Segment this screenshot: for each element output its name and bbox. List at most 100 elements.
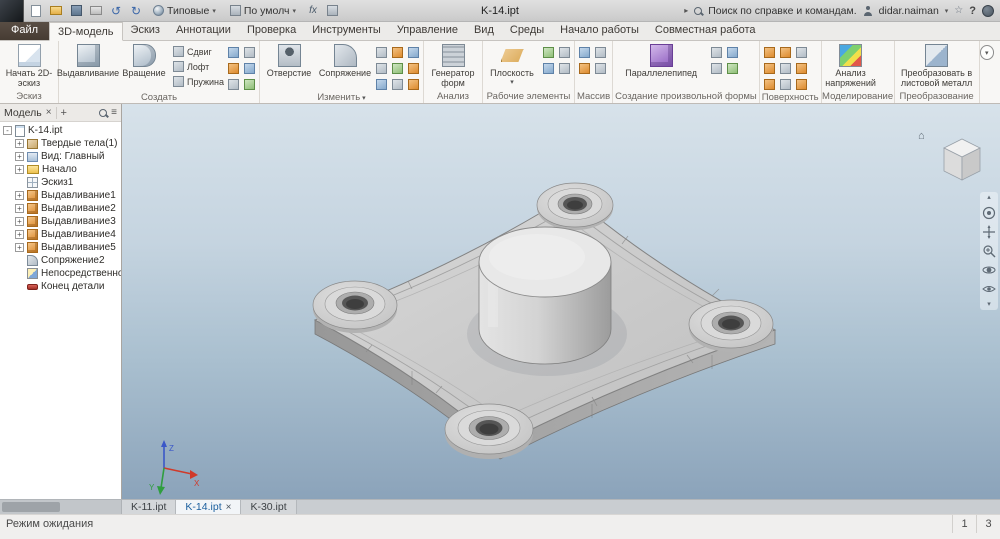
orbit-button[interactable] [982,263,996,277]
tab-collaborate[interactable]: Совместная работа [647,21,764,40]
tree-item-end-of-part[interactable]: Конец детали [0,280,121,293]
tab-3d-model[interactable]: 3D-модель [49,22,122,41]
shape-generator-button[interactable]: Генератор форм [426,42,480,88]
expand-icon[interactable]: + [15,165,24,174]
work-axis-button[interactable] [541,45,556,60]
viewcube[interactable]: ⌂ [918,130,990,190]
tab-sketch[interactable]: Эскиз [123,21,168,40]
sketch-pattern-button[interactable] [593,61,608,76]
unwrap-button[interactable] [242,77,257,92]
expand-icon[interactable]: + [15,217,24,226]
undo-button[interactable]: ↺ [108,3,124,19]
close-icon[interactable]: × [226,502,232,513]
measure-button[interactable] [325,3,341,19]
close-icon[interactable]: × [46,107,52,118]
repair-surface-button[interactable] [794,77,809,92]
combine-button[interactable] [390,61,405,76]
thicken-button[interactable] [406,61,421,76]
thread-button[interactable] [374,61,389,76]
print-button[interactable] [88,3,104,19]
part-model[interactable] [292,159,802,479]
tree-item-extrusion2[interactable]: + Выдавливание2 [0,202,121,215]
viewport-3d[interactable]: Z X Y ⌂ ▴ [122,104,1000,499]
coil-button[interactable]: Пружина [173,75,224,88]
tree-item-extrusion4[interactable]: + Выдавливание4 [0,228,121,241]
expand-icon[interactable]: + [15,243,24,252]
boundary-patch-button[interactable] [778,77,793,92]
ruled-surface-button[interactable] [794,61,809,76]
rectangular-pattern-button[interactable] [577,45,592,60]
navigation-wheel-button[interactable] [982,206,996,220]
new-button[interactable] [28,3,44,19]
tree-item-extrusion3[interactable]: + Выдавливание3 [0,215,121,228]
convert-sheet-metal-button[interactable]: Преобразовать в листовой металл [897,42,977,88]
sweep-button[interactable]: Сдвиг [173,45,224,58]
start-2d-sketch-button[interactable]: Начать 2D-эскиз [2,42,56,88]
import-button[interactable] [226,77,241,92]
app-menu-button[interactable] [0,0,24,22]
collapse-icon[interactable]: - [3,126,12,135]
help-button[interactable]: ? [969,5,976,17]
ribbon-collapse-button[interactable]: ▾ [980,45,994,60]
ucs-button[interactable] [541,61,556,76]
tree-item-direct-edit[interactable]: Непосредственное реда [0,267,121,280]
chevron-down-icon[interactable]: ▾ [987,301,991,308]
circular-pattern-button[interactable] [593,45,608,60]
extrude-button[interactable]: Выдавливание [61,42,115,79]
chevron-down-icon[interactable]: ▾ [945,7,949,15]
freeform-sphere-button[interactable] [709,61,724,76]
browser-menu-icon[interactable]: ≡ [111,107,117,118]
tree-item-fillet2[interactable]: Сопряжение2 [0,254,121,267]
freeform-quad-button[interactable] [725,61,740,76]
tree-item-solid-bodies[interactable]: + Твердые тела(1) [0,137,121,150]
tree-item-extrusion5[interactable]: + Выдавливание5 [0,241,121,254]
appearance-dropdown[interactable]: По умолч ▾ [225,3,301,19]
save-button[interactable] [68,3,84,19]
freeform-box-button[interactable]: Параллелепипед [615,42,707,79]
home-icon[interactable]: ⌂ [918,130,925,142]
derive-button[interactable] [242,61,257,76]
tree-item-sketch1[interactable]: Эскиз1 [0,176,121,189]
work-point-button[interactable] [557,45,572,60]
expand-icon[interactable]: + [15,191,24,200]
offset-surface-button[interactable] [762,77,777,92]
tree-item-root[interactable]: - K-14.ipt [0,124,121,137]
tree-item-extrusion1[interactable]: + Выдавливание1 [0,189,121,202]
shell-button[interactable] [390,45,405,60]
rib-button[interactable] [242,45,257,60]
user-name[interactable]: didar.naiman [879,5,939,17]
loft-button[interactable]: Лофт [173,60,224,73]
expand-icon[interactable]: + [15,139,24,148]
doc-tab-k11[interactable]: K-11.ipt [122,500,176,514]
tab-tools[interactable]: Инструменты [304,21,389,40]
tab-get-started[interactable]: Начало работы [552,21,647,40]
scrollbar-thumb[interactable] [2,502,60,512]
chamfer-button[interactable] [374,45,389,60]
doc-tab-k14[interactable]: K-14.ipt × [176,500,241,514]
work-plane-button[interactable]: Плоскость ▾ [485,42,539,86]
tab-view[interactable]: Вид [466,21,502,40]
viewcube-cube[interactable] [932,130,990,188]
tab-inspect[interactable]: Проверка [239,21,304,40]
doc-tab-k30[interactable]: K-30.ipt [241,500,296,514]
help-search-label[interactable]: Поиск по справке и командам. [708,5,856,17]
panel-modify-label[interactable]: Изменить ▾ [262,92,421,103]
delete-face-button[interactable] [390,77,405,92]
decal-button[interactable] [226,61,241,76]
chevron-up-icon[interactable]: ▴ [987,194,991,201]
expand-icon[interactable]: + [15,230,24,239]
tree-item-origin[interactable]: + Начало [0,163,121,176]
stitch-button[interactable] [762,45,777,60]
browser-horizontal-scrollbar[interactable] [0,500,122,514]
template-dropdown[interactable]: Типовые ▾ [148,3,221,19]
add-browser-icon[interactable]: + [56,107,67,119]
patch-button[interactable] [778,45,793,60]
screencast-icon[interactable] [982,5,994,17]
split-button[interactable] [374,77,389,92]
tab-environments[interactable]: Среды [502,21,552,40]
freeform-cylinder-button[interactable] [725,45,740,60]
extend-button[interactable] [762,61,777,76]
mirror-button[interactable] [577,61,592,76]
freeform-plane-button[interactable] [709,45,724,60]
stress-analysis-button[interactable]: Анализ напряжений [824,42,878,88]
